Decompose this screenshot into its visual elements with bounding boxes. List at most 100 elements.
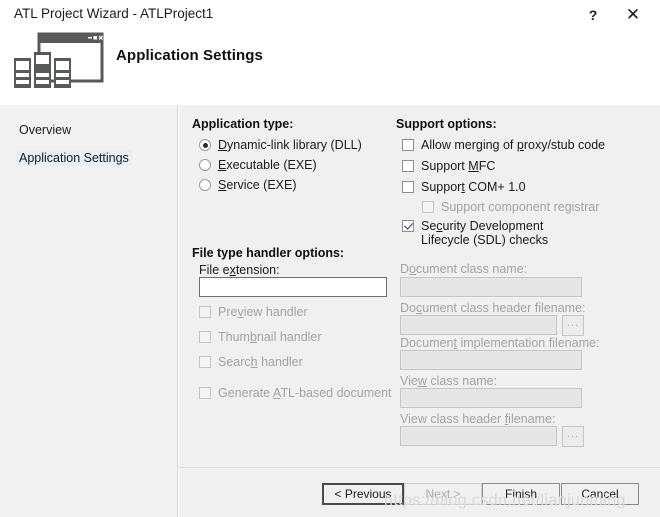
radio-label: Dynamic-link library (DLL) [218, 138, 362, 152]
radio-label: Executable (EXE) [218, 158, 317, 172]
view-class-name-input [400, 388, 582, 408]
checkbox-icon-disabled [199, 306, 211, 318]
checkbox-support-component-registrar: Support component registrar [422, 200, 599, 214]
label-pre: Suppor [421, 180, 462, 194]
document-class-name-label: Document class name: [400, 262, 527, 276]
label-post: iew handler [243, 305, 308, 319]
radio-icon [199, 159, 211, 171]
previous-button[interactable]: < Previous [322, 483, 404, 505]
label-pre: Allow merging of [421, 138, 517, 152]
wizard-sidebar: Overview Application Settings [0, 105, 178, 517]
checkbox-label: Support MFC [421, 159, 495, 173]
label-post: cument class name: [415, 262, 528, 276]
label-post: roxy/stub code [523, 138, 606, 152]
view-class-header-filename-label: View class header filename: [400, 412, 555, 426]
label-rest: ervice (EXE) [226, 178, 297, 192]
finish-button[interactable]: Finish [482, 483, 560, 505]
title-bar: ATL Project Wizard - ATLProject1 ? ✕ [0, 0, 660, 30]
label-post: COM+ 1.0 [464, 180, 526, 194]
support-options-heading: Support options: [396, 117, 497, 131]
mnemonic: b [249, 330, 257, 344]
checkbox-icon-disabled [199, 331, 211, 343]
checkbox-security-development-lifecycle[interactable]: Security Development Lifecycle (SDL) che… [402, 219, 587, 247]
document-class-header-filename-input [400, 315, 557, 335]
file-extension-label: File extension: [199, 263, 280, 277]
checkbox-allow-merging-proxy-stub[interactable]: Allow merging of proxy/stub code [402, 138, 605, 152]
label-pre: Do [400, 301, 416, 315]
mnemonic: o [409, 262, 416, 276]
checkbox-thumbnail-handler: Thumbnail handler [199, 330, 322, 344]
close-icon[interactable]: ✕ [613, 0, 653, 30]
label-post: TL-based document [280, 386, 392, 400]
checkbox-label: Search handler [218, 355, 303, 369]
checkbox-label: Generate ATL-based document [218, 386, 392, 400]
radio-dynamic-link-library[interactable]: Dynamic-link library (DLL) [199, 138, 362, 152]
label-post: nail handler [256, 330, 322, 344]
radio-icon-selected [199, 139, 211, 151]
label-pre: Documen [400, 336, 454, 350]
label-post: FC [478, 159, 496, 173]
checkbox-label: Support component registrar [441, 200, 600, 214]
dialog-header: Application Settings [0, 30, 660, 105]
checkbox-icon [402, 160, 414, 172]
label-post: handler [257, 355, 303, 369]
checkbox-label: Thumbnail handler [218, 330, 322, 344]
checkbox-icon-checked [402, 220, 414, 232]
sidebar-item-overview[interactable]: Overview [16, 122, 74, 138]
checkbox-label: Support COM+ 1.0 [421, 180, 526, 194]
file-extension-input[interactable] [199, 277, 387, 297]
label-pre: File e [199, 263, 230, 277]
label-pre: Generate [218, 386, 273, 400]
window-title: ATL Project Wizard - ATLProject1 [14, 6, 214, 21]
label-pre: View class header [400, 412, 505, 426]
checkbox-support-com-plus[interactable]: Support COM+ 1.0 [402, 180, 526, 194]
browse-button-document-class-header: ... [562, 315, 584, 336]
file-type-handler-heading: File type handler options: [192, 246, 345, 260]
label-rest: ynamic-link library (DLL) [227, 138, 362, 152]
cancel-button[interactable]: Cancel [561, 483, 639, 505]
label-post: tension: [235, 263, 280, 277]
label-pre: D [400, 262, 410, 276]
checkbox-label: Preview handler [218, 305, 308, 319]
help-icon[interactable]: ? [573, 0, 613, 30]
content-panel: Application type: Dynamic-link library (… [179, 105, 660, 468]
mnemonic: p [516, 138, 524, 152]
browse-button-view-class-header: ... [562, 426, 584, 447]
label-pre: Pre [218, 305, 238, 319]
checkbox-support-mfc[interactable]: Support MFC [402, 159, 495, 173]
document-class-header-filename-label: Document class header filename: [400, 301, 586, 315]
checkbox-icon [402, 139, 414, 151]
mnemonic: h [250, 355, 258, 369]
radio-executable[interactable]: Executable (EXE) [199, 158, 317, 172]
sidebar-item-application-settings[interactable]: Application Settings [16, 150, 132, 166]
checkbox-icon-disabled [199, 387, 211, 399]
checkbox-label: Allow merging of proxy/stub code [421, 138, 605, 152]
mnemonic: w [417, 374, 427, 388]
mnemonic: D [218, 138, 228, 152]
checkbox-preview-handler: Preview handler [199, 305, 308, 319]
checkbox-label: Security Development Lifecycle (SDL) che… [421, 219, 587, 247]
label-pre: Vie [400, 374, 418, 388]
checkbox-generate-atl-based-document: Generate ATL-based document [199, 386, 392, 400]
label-pre: Searc [218, 355, 251, 369]
radio-service[interactable]: Service (EXE) [199, 178, 297, 192]
radio-icon [199, 179, 211, 191]
label-post: implementation filename: [456, 336, 600, 350]
label-post: class name: [426, 374, 498, 388]
radio-label: Service (EXE) [218, 178, 297, 192]
checkbox-icon [402, 181, 414, 193]
label-post: ument class header filename: [422, 301, 586, 315]
document-implementation-filename-label: Document implementation filename: [400, 336, 599, 350]
document-implementation-filename-input [400, 350, 582, 370]
checkbox-icon-disabled [422, 201, 434, 213]
label-pre: Support [421, 159, 469, 173]
server-window-icon [12, 30, 108, 92]
next-button: Next > [404, 483, 482, 505]
label-pre: Se [421, 219, 437, 233]
checkbox-search-handler: Search handler [199, 355, 303, 369]
mnemonic: M [468, 159, 479, 173]
label-rest: xecutable (EXE) [226, 158, 317, 172]
view-class-name-label: View class name: [400, 374, 497, 388]
label-post: ilename: [508, 412, 556, 426]
document-class-name-input [400, 277, 582, 297]
